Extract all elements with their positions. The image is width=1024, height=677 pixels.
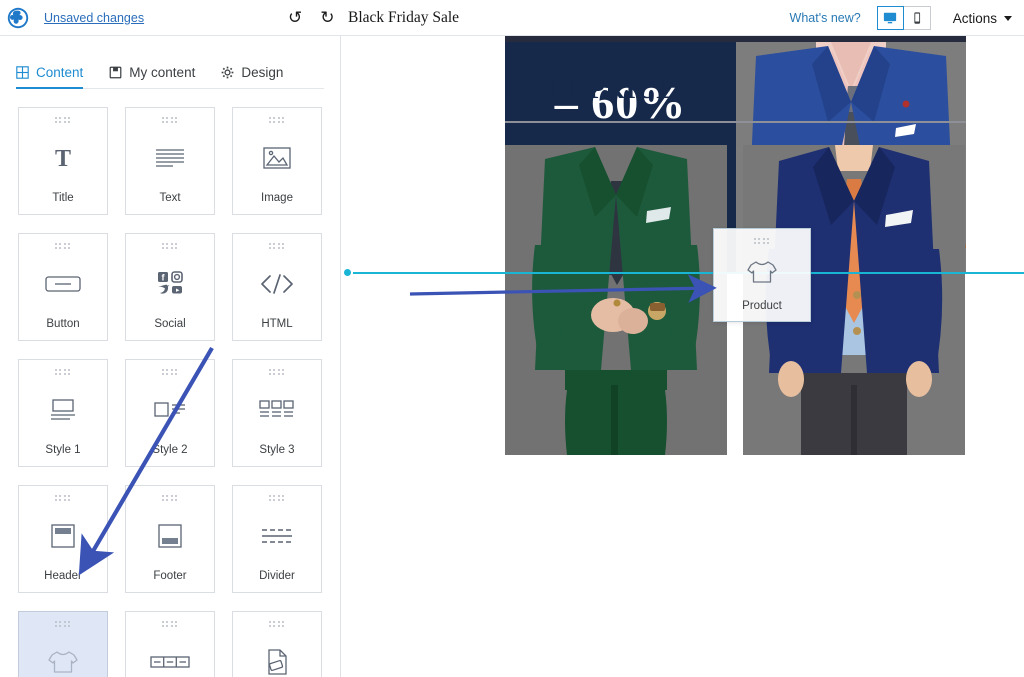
navigation-bar-icon	[126, 627, 214, 677]
block-label: Style 3	[259, 444, 295, 456]
button-icon	[19, 249, 107, 318]
block-label: Text	[159, 192, 181, 204]
block-label: Image	[261, 192, 293, 204]
image-mountain-icon	[233, 123, 321, 192]
redo-icon[interactable]: ↻	[320, 9, 334, 26]
block-label: Style 2	[152, 444, 188, 456]
half-prices-section[interactable]: HALF PRICES	[505, 74, 966, 123]
layout-style3-icon	[233, 375, 321, 444]
block-card-social[interactable]: f Social	[125, 233, 215, 341]
drag-ghost-label: Product	[742, 300, 782, 312]
block-card-style-2[interactable]: Style 2	[125, 359, 215, 467]
top-bar: Unsaved changes ↺ ↻ Black Friday Sale Wh…	[0, 0, 1024, 36]
block-card-payment-link[interactable]: Payment link	[232, 611, 322, 677]
document-title[interactable]: Black Friday Sale	[348, 9, 459, 27]
block-card-product[interactable]: Product	[18, 611, 108, 677]
tshirt-product-icon	[19, 627, 107, 677]
desktop-preview-icon[interactable]	[876, 6, 904, 30]
footer-block-icon	[126, 501, 214, 570]
tab-content[interactable]: Content	[16, 65, 84, 89]
block-card-style-1[interactable]: Style 1	[18, 359, 108, 467]
block-card-text[interactable]: Text	[125, 107, 215, 215]
block-card-image[interactable]: Image	[232, 107, 322, 215]
chevron-down-icon	[1004, 15, 1012, 21]
payment-link-icon	[233, 627, 321, 677]
actions-label: Actions	[952, 10, 997, 26]
social-networks-icon: f	[126, 249, 214, 318]
drop-indicator-line	[346, 272, 1024, 274]
brevo-pinwheel-logo-icon[interactable]	[0, 0, 36, 36]
header-block-icon	[19, 501, 107, 570]
tab-design[interactable]: Design	[221, 65, 283, 88]
block-card-navigation[interactable]: Navigation	[125, 611, 215, 677]
block-label: Footer	[153, 570, 187, 582]
gear-icon	[221, 66, 234, 79]
drag-ghost-product-card[interactable]: Product	[713, 228, 811, 322]
email-editor-app: Unsaved changes ↺ ↻ Black Friday Sale Wh…	[0, 0, 1024, 677]
blocks-grid: T Title Text Image Button f Social HTML …	[0, 89, 340, 677]
unsaved-changes-link[interactable]: Unsaved changes	[44, 11, 144, 25]
block-card-button[interactable]: Button	[18, 233, 108, 341]
block-label: Social	[154, 318, 186, 330]
device-preview-toggle	[876, 6, 931, 30]
layout-style2-icon	[126, 375, 214, 444]
email-canvas[interactable]: – 60% Lorem ipsum dolor sit amet, conset…	[342, 36, 1024, 677]
save-icon	[109, 66, 122, 79]
sidebar-tabs: Content My content Design	[0, 54, 340, 89]
block-label: Button	[46, 318, 80, 330]
block-card-divider[interactable]: Divider	[232, 485, 322, 593]
product-image-green-suit[interactable]	[505, 145, 727, 455]
title-T-icon: T	[19, 123, 107, 192]
block-label: Divider	[259, 570, 295, 582]
text-lines-icon	[126, 123, 214, 192]
undo-icon[interactable]: ↺	[288, 9, 302, 26]
section-divider	[505, 121, 966, 123]
block-card-title[interactable]: T Title	[18, 107, 108, 215]
code-brackets-icon	[233, 249, 321, 318]
block-card-style-3[interactable]: Style 3	[232, 359, 322, 467]
block-card-html[interactable]: HTML	[232, 233, 322, 341]
block-label: HTML	[261, 318, 293, 330]
top-bar-right-group: What's new? Actions	[790, 0, 1024, 36]
drop-indicator-dot	[342, 267, 353, 278]
grid-icon	[16, 66, 29, 79]
block-card-header[interactable]: Header	[18, 485, 108, 593]
tab-content-label: Content	[36, 65, 84, 80]
block-card-footer[interactable]: Footer	[125, 485, 215, 593]
divider-lines-icon	[233, 501, 321, 570]
actions-menu-button[interactable]: Actions	[953, 11, 1012, 26]
blocks-sidebar: Content My content Design T Title Text I…	[0, 36, 341, 677]
section-title: HALF PRICES	[505, 74, 691, 104]
layout-style1-icon	[19, 375, 107, 444]
mobile-preview-icon[interactable]	[903, 6, 931, 30]
tshirt-product-icon	[745, 244, 779, 300]
tab-my-content[interactable]: My content	[109, 65, 195, 88]
whats-new-link[interactable]: What's new?	[790, 11, 861, 25]
tab-design-label: Design	[241, 65, 284, 80]
undo-redo-group: ↺ ↻	[288, 9, 335, 26]
block-label: Title	[52, 192, 74, 204]
tab-my-content-label: My content	[129, 65, 196, 80]
block-label: Style 1	[45, 444, 81, 456]
svg-text:T: T	[55, 146, 71, 172]
block-label: Header	[44, 570, 82, 582]
